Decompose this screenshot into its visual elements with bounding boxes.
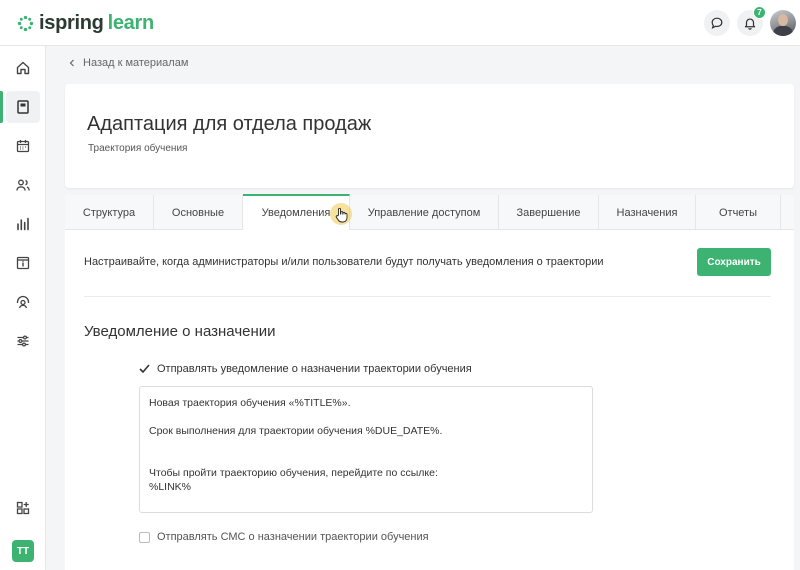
message-line xyxy=(149,438,583,452)
info-card-icon xyxy=(16,256,30,270)
logo-text-learn: learn xyxy=(107,11,155,34)
notifications-button[interactable]: 7 xyxy=(737,6,766,36)
mouse-cursor xyxy=(330,203,352,225)
sms-checkbox[interactable] xyxy=(139,531,150,543)
bell-icon xyxy=(744,18,756,30)
message-line: Чтобы пройти траекторию обучения, перейд… xyxy=(149,467,438,479)
sidebar-item-users[interactable] xyxy=(6,169,40,201)
section-title: Уведомление о назначении xyxy=(84,323,276,340)
user-initials-avatar[interactable]: TT xyxy=(12,540,34,562)
sidebar-active-marker xyxy=(0,91,3,123)
sidebar: TT xyxy=(0,46,46,570)
tab-structure[interactable]: Структура xyxy=(65,195,154,230)
save-button[interactable]: Сохранить xyxy=(697,248,771,276)
sidebar-item-reports[interactable] xyxy=(6,208,40,240)
logo[interactable]: ispring learn xyxy=(17,11,154,35)
notify-assignment-label: Отправлять уведомление о назначении трае… xyxy=(157,363,472,375)
back-link-label: Назад к материалам xyxy=(83,57,189,69)
message-line xyxy=(149,452,583,466)
tab-reports[interactable]: Отчеты xyxy=(696,195,781,230)
tab-assignments[interactable]: Назначения xyxy=(599,195,696,230)
sms-checkbox-label: Отправлять СМС о назначении траектории о… xyxy=(157,531,429,543)
tab-bar: Структура Основные Уведомления Управлени… xyxy=(65,194,794,230)
chart-icon xyxy=(17,217,29,231)
checkmark-icon xyxy=(139,363,150,373)
apps-add-icon xyxy=(16,501,30,515)
back-to-materials-link[interactable]: Назад к материалам xyxy=(68,57,188,69)
support-icon xyxy=(16,295,30,309)
sidebar-item-info[interactable] xyxy=(6,247,40,279)
sidebar-item-settings[interactable] xyxy=(6,325,40,357)
logo-text-ispring: ispring xyxy=(39,11,104,34)
top-bar: ispring learn 7 xyxy=(0,0,800,46)
sidebar-item-apps[interactable] xyxy=(6,492,40,524)
divider xyxy=(84,296,771,297)
sidebar-item-support[interactable] xyxy=(6,286,40,318)
sidebar-item-home[interactable] xyxy=(6,52,40,84)
notifications-intro-text: Настраивайте, когда администраторы и/или… xyxy=(84,256,604,268)
tab-access-control[interactable]: Управление доступом xyxy=(350,195,499,230)
message-line: %LINK% xyxy=(149,481,192,493)
notify-assignment-checkbox-row[interactable]: Отправлять уведомление о назначении трае… xyxy=(139,363,472,375)
tab-general[interactable]: Основные xyxy=(154,195,243,230)
header-card: Адаптация для отдела продаж Траектория о… xyxy=(65,84,794,188)
sliders-icon xyxy=(17,335,29,347)
message-line xyxy=(149,410,583,424)
chat-bubble-icon xyxy=(711,17,723,30)
sidebar-item-materials[interactable] xyxy=(6,91,40,123)
notify-assignment-checkbox[interactable] xyxy=(139,363,150,375)
ispring-logo-icon xyxy=(17,15,34,31)
notification-message-textarea[interactable]: Новая траектория обучения «%TITLE%». Сро… xyxy=(139,386,593,513)
chat-button[interactable] xyxy=(704,10,730,36)
users-icon xyxy=(16,179,30,191)
page-title: Адаптация для отдела продаж xyxy=(87,113,372,135)
home-icon xyxy=(16,61,30,75)
sms-checkbox-row[interactable]: Отправлять СМС о назначении траектории о… xyxy=(139,531,429,543)
user-avatar[interactable] xyxy=(770,10,796,36)
calendar-icon xyxy=(16,140,30,153)
notification-count-badge: 7 xyxy=(753,6,766,19)
chevron-left-icon xyxy=(69,59,74,67)
content-card: Структура Основные Уведомления Управлени… xyxy=(65,194,794,570)
sidebar-item-calendar[interactable] xyxy=(6,130,40,162)
message-line: Срок выполнения для траектории обучения … xyxy=(149,425,443,437)
page-subtitle: Траектория обучения xyxy=(88,143,188,154)
hand-pointer-icon xyxy=(335,207,348,223)
tab-completion[interactable]: Завершение xyxy=(499,195,599,230)
book-icon xyxy=(17,100,29,114)
message-line: Новая траектория обучения «%TITLE%». xyxy=(149,397,351,409)
